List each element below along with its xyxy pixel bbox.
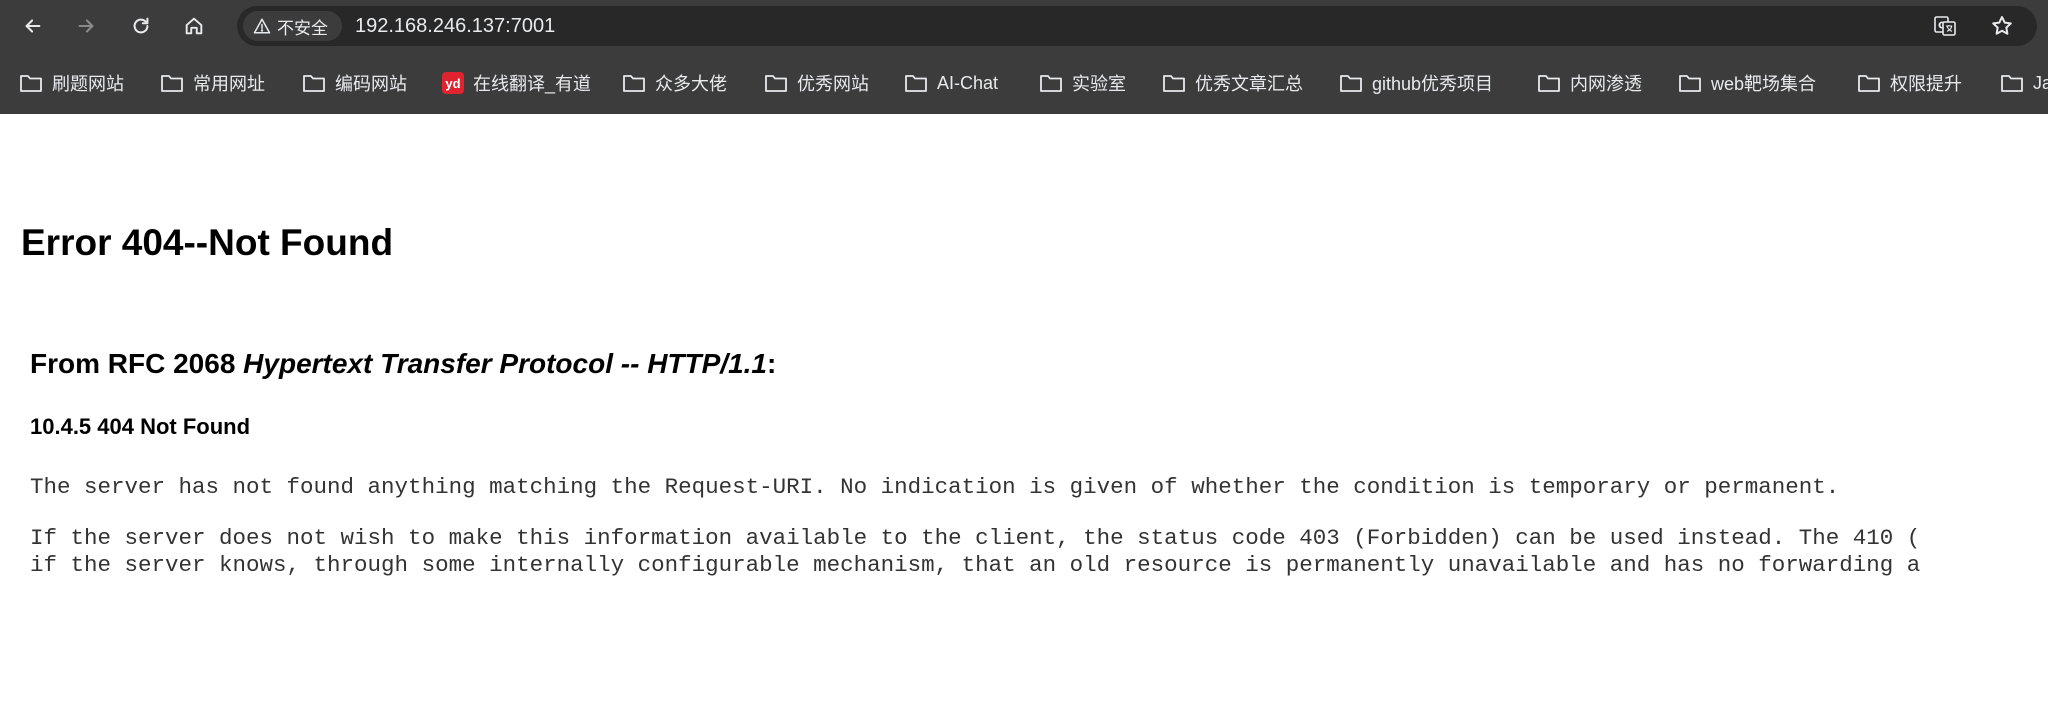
bookmark-folder[interactable]: AI-Chat [904,66,998,100]
bookmark-folder[interactable]: 优秀网站 [764,66,869,100]
rfc-prefix: From RFC 2068 [30,348,244,379]
bookmark-label: 实验室 [1072,74,1126,94]
bookmark-folder[interactable]: 常用网址 [160,66,265,100]
bookmark-label: 内网渗透 [1570,74,1642,94]
forward-button[interactable] [70,10,102,42]
folder-icon [1040,75,1062,92]
reload-button[interactable] [125,10,157,42]
security-indicator[interactable]: 不安全 [243,11,342,41]
bookmark-youdao[interactable]: yd 在线翻译_有道 [442,66,591,100]
bookmark-folder[interactable]: Ja [2000,66,2048,100]
bookmark-label: 常用网址 [193,74,265,94]
bookmark-folder[interactable]: 刷题网站 [19,66,124,100]
star-icon [1992,16,2012,35]
bookmark-label: 权限提升 [1890,74,1962,94]
bookmark-folder[interactable]: 内网渗透 [1537,66,1642,100]
section-heading: 10.4.5 404 Not Found [30,414,251,439]
rfc-heading: From RFC 2068 Hypertext Transfer Protoco… [30,348,776,380]
bookmark-label: 编码网站 [335,74,407,94]
bookmark-label: github优秀项目 [1372,74,1494,94]
home-button[interactable] [178,10,210,42]
arrow-left-icon [25,19,41,33]
bookmark-label: Ja [2033,72,2048,93]
url-text[interactable]: 192.168.246.137:7001 [355,6,555,46]
browser-toolbar: 不安全 192.168.246.137:7001 G [0,0,2048,52]
youdao-logo: yd [442,72,464,94]
arrow-right-icon [78,19,94,33]
bookmark-folder[interactable]: 优秀文章汇总 [1162,66,1303,100]
folder-icon [1858,75,1880,92]
bookmark-folder[interactable]: web靶场集合 [1678,66,1816,100]
bookmark-label: 刷题网站 [52,74,124,94]
translate-button[interactable]: G [1933,14,1957,38]
translate-icon: G [1934,16,1956,36]
folder-icon [623,75,645,92]
bookmark-folder[interactable]: 权限提升 [1857,66,1962,100]
bookmark-folder[interactable]: 编码网站 [302,66,407,100]
rfc-suffix: : [767,348,777,379]
bookmark-folder[interactable]: 众多大佬 [622,66,727,100]
folder-icon [905,75,927,92]
folder-icon [1538,75,1560,92]
back-button[interactable] [17,10,49,42]
rfc-protocol-name: Hypertext Transfer Protocol -- HTTP/1.1 [243,348,767,379]
bookmark-label: AI-Chat [937,72,999,93]
bookmark-label: 在线翻译_有道 [473,74,592,94]
folder-icon [161,75,183,92]
paragraph-2-line-2: if the server knows, through some intern… [30,552,1921,578]
paragraph-1: The server has not found anything matchi… [30,474,1840,500]
bookmarks-bar: 刷题网站 常用网址 编码网站 yd 在线翻译_有道 众多大佬 优秀网站 AI-C… [0,52,2048,114]
security-label: 不安全 [277,18,328,38]
bookmark-label: web靶场集合 [1711,74,1817,94]
folder-icon [765,75,787,92]
address-bar[interactable]: 不安全 192.168.246.137:7001 G [237,6,2037,46]
page-title: Error 404--Not Found [21,222,394,263]
paragraph-2-line-1: If the server does not wish to make this… [30,525,1921,551]
bookmark-star-button[interactable] [1990,14,2014,38]
page-content: Error 404--Not Found From RFC 2068 Hyper… [0,114,2048,714]
folder-icon [2001,75,2023,92]
folder-icon [20,75,42,92]
folder-icon [303,75,325,92]
bookmark-label: 优秀文章汇总 [1195,74,1303,94]
reload-icon [133,17,149,34]
folder-icon [1679,75,1701,92]
bookmark-label: 众多大佬 [655,74,727,94]
folder-icon [1163,75,1185,92]
bookmark-folder[interactable]: 实验室 [1039,66,1126,100]
warning-triangle-icon [253,18,271,34]
bookmark-folder[interactable]: github优秀项目 [1339,66,1493,100]
home-icon [185,17,203,35]
bookmark-label: 优秀网站 [797,74,869,94]
folder-icon [1340,75,1362,92]
